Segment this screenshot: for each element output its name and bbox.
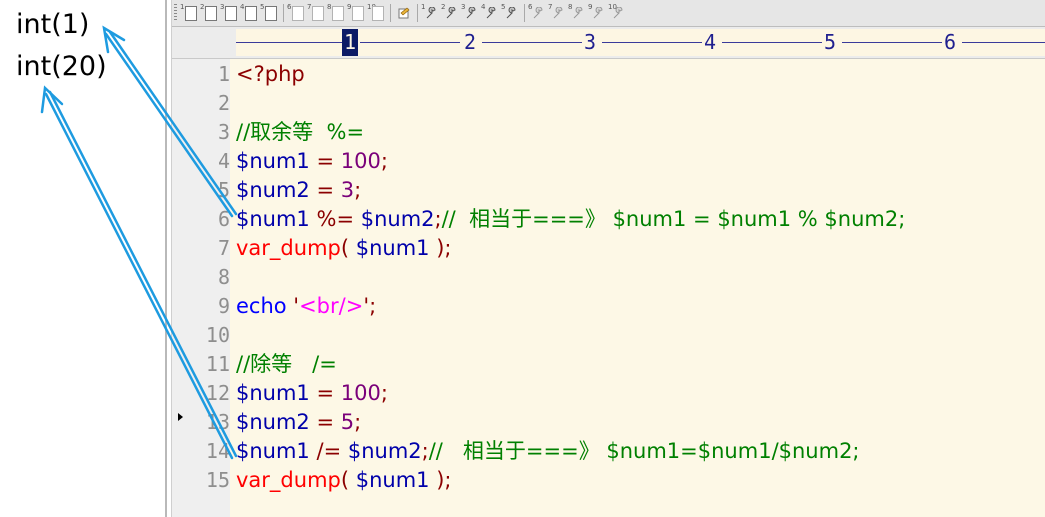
line-number: 8 xyxy=(217,265,230,289)
line-number: 4 xyxy=(217,149,230,173)
goto-bookmark-9-button[interactable]: 9 xyxy=(588,3,608,23)
line-number: 13 xyxy=(205,410,230,434)
clear-bookmarks-icon xyxy=(398,7,410,19)
wrench-icon xyxy=(573,7,583,19)
toggle-bookmark-group: 1 2 3 4 5 6 7 8 9 10 1 2 3 4 5 6 7 8 9 xyxy=(180,3,628,23)
toolbar-separator xyxy=(283,4,284,22)
ruler-tick-5: 5 xyxy=(824,30,837,54)
ruler-tick-4: 4 xyxy=(704,30,717,54)
code-line-14[interactable]: $num1 /= $num2;// 相当于===》 $num1=$num1/$n… xyxy=(236,437,860,466)
code-line-6[interactable]: $num1 %= $num2;// 相当于===》 $num1 = $num1 … xyxy=(236,205,905,234)
ruler-tick-6: 6 xyxy=(944,30,957,54)
line-number: 2 xyxy=(217,91,230,115)
line-number: 12 xyxy=(205,381,230,405)
line-number: 10 xyxy=(205,323,230,347)
line-number: 3 xyxy=(217,120,230,144)
wrench-icon xyxy=(426,7,436,19)
goto-bookmark-1-button[interactable]: 1 xyxy=(421,3,441,23)
ruler-dashes xyxy=(236,42,342,43)
clear-bookmarks-button[interactable] xyxy=(394,3,414,23)
line-number: 15 xyxy=(205,468,230,492)
wrench-icon xyxy=(613,7,623,19)
toggle-bookmark-10-button[interactable]: 10 xyxy=(367,3,387,23)
wrench-icon xyxy=(506,7,516,19)
goto-bookmark-10-button[interactable]: 10 xyxy=(608,3,628,23)
toggle-bookmark-6-button[interactable]: 6 xyxy=(287,3,307,23)
goto-bookmark-2-button[interactable]: 2 xyxy=(441,3,461,23)
toggle-bookmark-7-button[interactable]: 7 xyxy=(307,3,327,23)
document-icon xyxy=(312,6,324,21)
wrench-icon xyxy=(446,7,456,19)
ruler-tick-2: 2 xyxy=(464,30,477,54)
code-line-11[interactable]: //除等 /= xyxy=(236,350,337,379)
toggle-bookmark-4-button[interactable]: 4 xyxy=(240,3,260,23)
toggle-bookmark-3-button[interactable]: 3 xyxy=(220,3,240,23)
ruler-dashes xyxy=(602,42,702,43)
ruler-tick-1: 1 xyxy=(342,29,359,56)
wrench-icon xyxy=(593,7,603,19)
goto-bookmark-6-button[interactable]: 6 xyxy=(528,3,548,23)
toggle-bookmark-8-button[interactable]: 8 xyxy=(327,3,347,23)
code-line-1[interactable]: <?php xyxy=(236,60,305,89)
code-line-9[interactable]: echo '<br/>'; xyxy=(236,292,376,321)
line-number: 14 xyxy=(205,439,230,463)
panel-divider[interactable] xyxy=(165,0,167,517)
column-ruler[interactable]: 1 2 3 4 5 6 xyxy=(236,29,1045,56)
document-icon xyxy=(245,6,257,21)
wrench-icon xyxy=(486,7,496,19)
code-line-7[interactable]: var_dump( $num1 ); xyxy=(236,234,452,263)
toolbar-grip[interactable] xyxy=(174,4,177,22)
output-line-2: int(20) xyxy=(16,51,107,82)
toggle-bookmark-1-button[interactable]: 1 xyxy=(180,3,200,23)
wrench-icon xyxy=(533,7,543,19)
output-panel: int(1) int(20) xyxy=(0,0,165,517)
bookmark-toolbar: 1 2 3 4 5 6 7 8 9 10 1 2 3 4 5 6 7 8 9 xyxy=(172,0,1045,27)
toolbar-separator xyxy=(390,4,391,22)
goto-bookmark-7-button[interactable]: 7 xyxy=(548,3,568,23)
goto-bookmark-8-button[interactable]: 8 xyxy=(568,3,588,23)
document-icon xyxy=(352,6,364,21)
document-icon xyxy=(372,6,384,21)
document-icon xyxy=(225,6,237,21)
ruler-dashes xyxy=(482,42,582,43)
line-number: 6 xyxy=(217,207,230,231)
code-line-3[interactable]: //取余等 %= xyxy=(236,118,364,147)
ruler-bar: 1 2 3 4 5 6 xyxy=(172,27,1045,59)
document-icon xyxy=(185,6,197,21)
code-line-4[interactable]: $num1 = 100; xyxy=(236,147,388,176)
code-line-13[interactable]: $num2 = 5; xyxy=(236,408,361,437)
toggle-bookmark-5-button[interactable]: 5 xyxy=(260,3,280,23)
document-icon xyxy=(205,6,217,21)
output-line-1: int(1) xyxy=(16,9,90,40)
toggle-bookmark-9-button[interactable]: 9 xyxy=(347,3,367,23)
document-icon xyxy=(292,6,304,21)
toolbar-separator xyxy=(417,4,418,22)
goto-bookmark-5-button[interactable]: 5 xyxy=(501,3,521,23)
wrench-icon xyxy=(553,7,563,19)
document-icon xyxy=(265,6,277,21)
current-line-marker-icon xyxy=(178,413,183,421)
code-line-15[interactable]: var_dump( $num1 ); xyxy=(236,466,452,495)
toolbar-separator xyxy=(524,4,525,22)
code-editor[interactable]: 1 2 3 4 5 6 7 8 9 10 1 2 3 4 5 6 7 8 9 xyxy=(172,0,1045,517)
line-number: 7 xyxy=(217,236,230,260)
code-line-5[interactable]: $num2 = 3; xyxy=(236,176,361,205)
ruler-dashes xyxy=(962,42,1045,43)
document-icon xyxy=(332,6,344,21)
goto-bookmark-4-button[interactable]: 4 xyxy=(481,3,501,23)
ruler-dashes xyxy=(360,42,460,43)
line-number-gutter[interactable]: 1 2 3 4 5 6 7 8 9 10 11 12 13 14 15 xyxy=(172,59,230,517)
line-number: 11 xyxy=(205,352,230,376)
ruler-dashes xyxy=(722,42,822,43)
ruler-dashes xyxy=(842,42,942,43)
code-line-12[interactable]: $num1 = 100; xyxy=(236,379,388,408)
line-number: 5 xyxy=(217,178,230,202)
wrench-icon xyxy=(466,7,476,19)
line-number: 1 xyxy=(217,62,230,86)
line-number: 9 xyxy=(217,294,230,318)
goto-bookmark-3-button[interactable]: 3 xyxy=(461,3,481,23)
toggle-bookmark-2-button[interactable]: 2 xyxy=(200,3,220,23)
ruler-tick-3: 3 xyxy=(584,30,597,54)
